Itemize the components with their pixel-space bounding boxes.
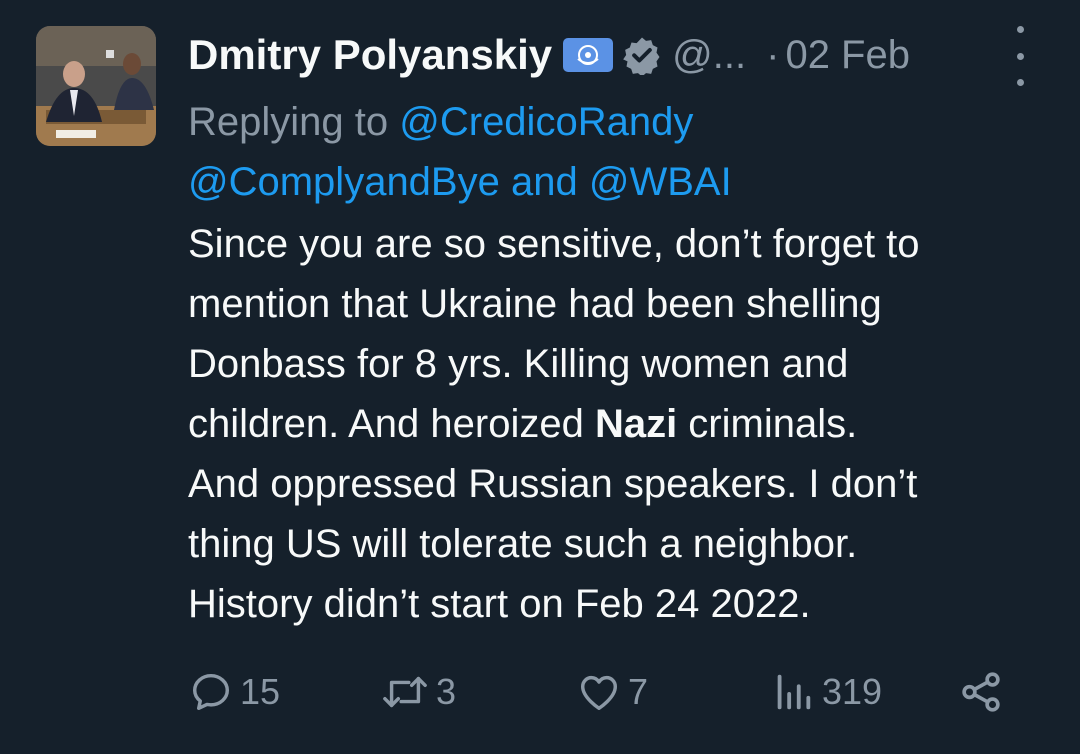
retweet-icon (380, 669, 430, 715)
avatar[interactable] (36, 26, 156, 146)
author-handle[interactable]: @... (672, 33, 746, 78)
mention-link[interactable]: @WBAI (589, 160, 732, 204)
mention-link[interactable]: @ComplyandBye (188, 160, 500, 204)
views-button[interactable]: 319 (770, 664, 882, 720)
more-vertical-icon[interactable] (1008, 26, 1032, 86)
retweet-count: 3 (436, 671, 457, 712)
reply-count: 15 (240, 671, 281, 712)
mention-and: and (510, 160, 578, 204)
reply-button[interactable]: 15 (188, 664, 280, 720)
retweet-button[interactable]: 3 (380, 664, 456, 720)
tweet-text-line: History didn’t start on Feb 24 2022. (188, 582, 811, 626)
share-icon (958, 669, 1004, 715)
like-button[interactable]: 7 (576, 664, 648, 720)
tweet-body: Since you are so sensitive, don’t forget… (188, 214, 1058, 634)
share-button[interactable] (958, 664, 1004, 720)
tweet-text-line: Donbass for 8 yrs. Killing women and (188, 342, 849, 386)
tweet-text-segment: children. And heroized (188, 402, 595, 446)
tweet-text-line: children. And heroized Nazi criminals. (188, 394, 1058, 454)
un-flag-icon (562, 37, 614, 73)
tweet-text-line: Since you are so sensitive, don’t forget… (188, 222, 920, 266)
like-count: 7 (628, 671, 649, 712)
tweet-header: Dmitry Polyanskiy @... · 02 Feb (188, 28, 1048, 82)
tweet-text-line: And oppressed Russian speakers. I don’t (188, 462, 918, 506)
bold-word: Nazi (594, 402, 678, 446)
replying-prefix: Replying to (188, 100, 389, 144)
mention-link[interactable]: @CredicoRandy (399, 100, 693, 144)
avatar-photo (36, 26, 156, 146)
header-separator: · (766, 32, 780, 77)
tweet-text-segment: criminals. (677, 402, 858, 446)
tweet-text-line: thing US will tolerate such a neighbor. (188, 522, 858, 566)
tweet-date[interactable]: 02 Feb (785, 33, 910, 78)
tweet-text-line: mention that Ukraine had been shelling (188, 282, 882, 326)
replying-to: Replying to @CredicoRandy @ComplyandBye … (188, 92, 1048, 212)
verified-badge-icon (622, 35, 662, 75)
heart-icon (576, 669, 622, 715)
reply-bubble-icon (188, 669, 234, 715)
views-bar-icon (770, 669, 816, 715)
tweet-actions: 15 3 7 319 (188, 664, 1018, 720)
views-count: 319 (822, 671, 883, 712)
author-name[interactable]: Dmitry Polyanskiy (188, 31, 552, 79)
